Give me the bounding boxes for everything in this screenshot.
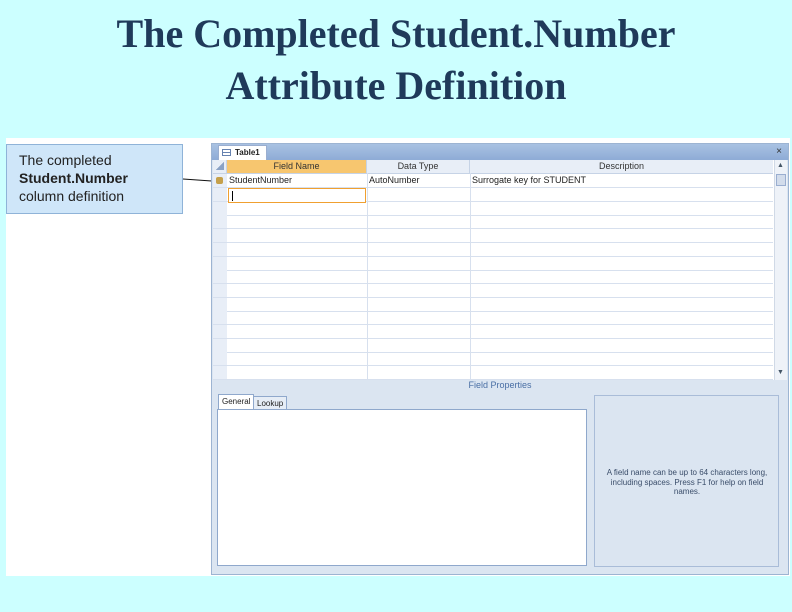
header-field-name[interactable]: Field Name <box>227 160 367 173</box>
table-row[interactable] <box>213 352 773 367</box>
row-selector[interactable] <box>213 325 227 338</box>
table-row[interactable] <box>213 311 773 326</box>
table-row[interactable] <box>213 297 773 312</box>
row-selector[interactable] <box>213 283 227 297</box>
data-type-cell[interactable]: AutoNumber <box>367 174 470 187</box>
table-design-window: Table1 × Field Name Data Type Descriptio… <box>211 143 789 575</box>
active-field-name-input[interactable] <box>228 188 366 203</box>
row-selector[interactable] <box>213 338 227 352</box>
header-description[interactable]: Description <box>470 160 773 173</box>
table-row[interactable] <box>213 201 773 216</box>
row-selector[interactable] <box>213 242 227 256</box>
row-selector[interactable] <box>213 311 227 325</box>
select-all-icon <box>215 162 224 170</box>
slide-title: The Completed Student.Number Attribute D… <box>0 8 792 112</box>
scroll-up-icon[interactable]: ▲ <box>777 162 784 170</box>
field-properties-label: Field Properties <box>468 380 532 390</box>
callout-box: The completed Student.Number column defi… <box>6 144 183 214</box>
vertical-scrollbar[interactable]: ▲ ▼ <box>774 160 787 380</box>
help-text: A field name can be up to 64 characters … <box>606 468 768 496</box>
table-row[interactable]: StudentNumber AutoNumber Surrogate key f… <box>213 174 773 188</box>
tab-table1-label: Table1 <box>235 148 260 157</box>
help-panel: A field name can be up to 64 characters … <box>594 395 779 567</box>
table-row[interactable] <box>213 325 773 339</box>
callout-line2: Student.Number <box>19 170 128 186</box>
row-selector[interactable] <box>213 215 227 229</box>
design-grid: Field Name Data Type Description Student… <box>213 160 787 380</box>
row-selector[interactable] <box>213 366 227 380</box>
scroll-thumb[interactable] <box>776 174 786 186</box>
table-row[interactable] <box>213 338 773 353</box>
tab-general[interactable]: General <box>218 394 255 409</box>
field-name-cell[interactable]: StudentNumber <box>227 174 367 187</box>
field-properties-pane: General Lookup <box>215 393 587 569</box>
properties-sheet <box>217 409 587 566</box>
header-data-type[interactable]: Data Type <box>367 160 470 173</box>
description-cell[interactable]: Surrogate key for STUDENT <box>470 174 773 187</box>
callout-line3: column definition <box>19 188 125 204</box>
header-select-all[interactable] <box>213 160 227 173</box>
primary-key-icon <box>216 177 223 184</box>
row-selector[interactable] <box>213 352 227 366</box>
table-row[interactable] <box>213 283 773 298</box>
text-caret <box>232 191 233 201</box>
table-row[interactable] <box>213 242 773 257</box>
table-icon <box>222 149 231 156</box>
table-row[interactable] <box>213 270 773 285</box>
scroll-down-icon[interactable]: ▼ <box>777 369 784 377</box>
row-selector[interactable] <box>213 297 227 311</box>
table-row[interactable] <box>213 229 773 244</box>
table-row[interactable] <box>213 256 773 271</box>
row-selector[interactable] <box>213 229 227 243</box>
document-tab-bar: Table1 × <box>212 144 788 160</box>
table-row[interactable] <box>213 215 773 230</box>
tab-table1[interactable]: Table1 <box>218 145 267 160</box>
row-selector[interactable] <box>213 201 227 215</box>
tab-lookup[interactable]: Lookup <box>253 396 288 409</box>
row-selector[interactable] <box>213 188 227 201</box>
slide-title-line2: Attribute Definition <box>225 63 567 108</box>
grid-header: Field Name Data Type Description <box>213 160 773 174</box>
table-row[interactable] <box>213 366 773 380</box>
close-icon[interactable]: × <box>776 145 782 159</box>
row-selector[interactable] <box>213 256 227 270</box>
row-selector[interactable] <box>213 270 227 284</box>
callout-line1: The completed <box>19 152 112 168</box>
row-selector[interactable] <box>213 174 227 187</box>
slide-title-line1: The Completed Student.Number <box>116 11 676 56</box>
